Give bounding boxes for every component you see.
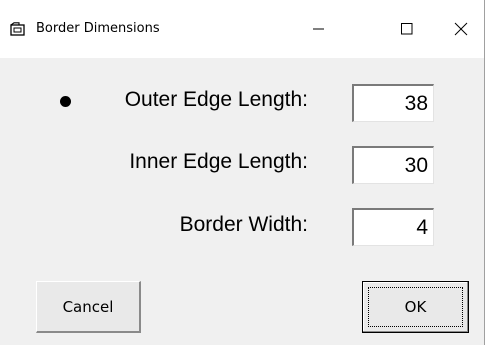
- window-app-icon: [10, 22, 25, 36]
- minimize-icon: [313, 28, 324, 30]
- outer-edge-length-field[interactable]: [352, 84, 434, 122]
- inner-edge-length-field[interactable]: [352, 146, 434, 184]
- title-bar[interactable]: Border Dimensions: [0, 0, 484, 58]
- cancel-button-label: Cancel: [62, 297, 114, 316]
- minimize-button[interactable]: [296, 14, 342, 44]
- border-width-field[interactable]: [352, 208, 434, 246]
- ok-button-label: OK: [404, 298, 427, 316]
- ok-button[interactable]: OK: [362, 281, 469, 333]
- window-title: Border Dimensions: [36, 21, 160, 36]
- close-button[interactable]: [438, 14, 484, 44]
- maximize-icon: [401, 23, 413, 35]
- close-icon: [454, 22, 468, 36]
- outer-edge-length-label: Outer Edge Length:: [124, 88, 308, 111]
- inner-edge-length-label: Inner Edge Length:: [129, 150, 308, 173]
- border-dimensions-dialog: Border Dimensions Outer Edge Length: Inn…: [0, 0, 485, 345]
- border-width-label: Border Width:: [179, 213, 308, 236]
- cancel-button[interactable]: Cancel: [36, 281, 141, 333]
- selection-bullet-icon: [60, 96, 71, 107]
- maximize-button[interactable]: [384, 14, 430, 44]
